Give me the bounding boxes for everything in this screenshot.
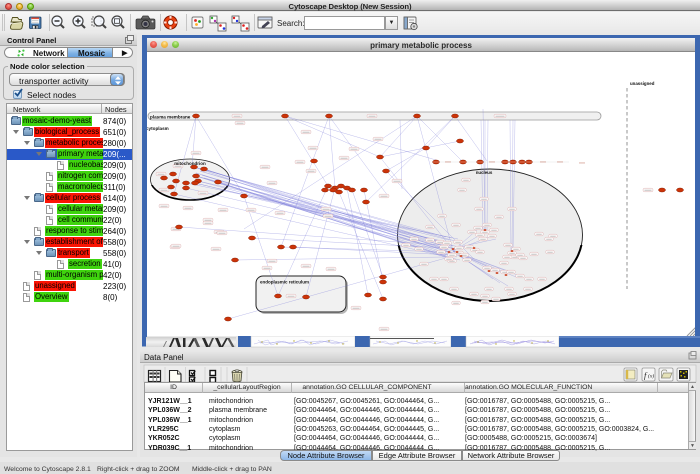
svg-text:nucleus: nucleus <box>476 170 493 175</box>
svg-text:unassigned: unassigned <box>630 81 655 86</box>
svg-text:cytoplasm: cytoplasm <box>147 126 169 131</box>
svg-text:(x): (x) <box>648 373 654 380</box>
svg-text:plasma membrane: plasma membrane <box>150 114 191 119</box>
svg-text:endoplasmic reticulum: endoplasmic reticulum <box>260 280 309 285</box>
svg-text:mitochondrion: mitochondrion <box>174 161 206 166</box>
